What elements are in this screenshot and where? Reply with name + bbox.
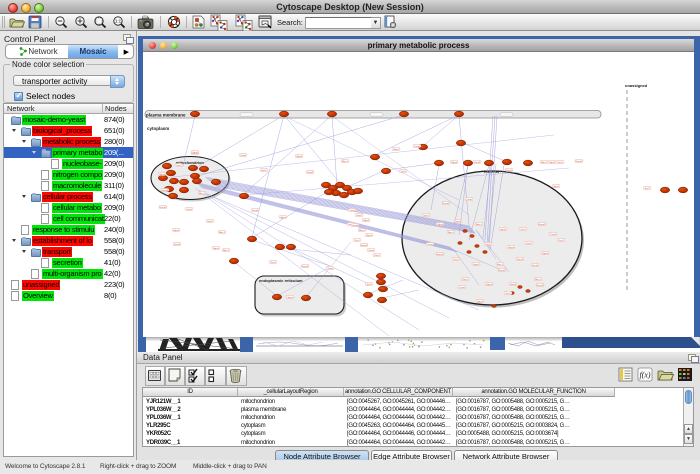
svg-text:Gp-al: Gp-al: [500, 229, 506, 231]
svg-text:Gvr-a2: Gvr-a2: [499, 269, 506, 272]
svg-text:Mer-1: Mer-1: [476, 223, 482, 226]
svg-text:Gvr-a2: Gvr-a2: [576, 160, 583, 163]
svg-text:Gp-al: Gp-al: [477, 301, 483, 303]
svg-text:Tra-2: Tra-2: [453, 258, 459, 261]
svg-text:Tra-2: Tra-2: [505, 292, 511, 295]
svg-text:Cw-a2: Cw-a2: [510, 284, 517, 286]
svg-text:Mer-1: Mer-1: [342, 160, 348, 163]
svg-text:endoplasmic reticulum: endoplasmic reticulum: [259, 278, 303, 283]
svg-text:Gp-al: Gp-al: [473, 264, 479, 266]
svg-text:Yw-al: Yw-al: [240, 155, 246, 157]
svg-text:nucleus: nucleus: [484, 169, 500, 174]
svg-text:Yw-al: Yw-al: [414, 146, 420, 148]
svg-text:Gly-al: Gly-al: [508, 247, 514, 249]
svg-text:Srv-2: Srv-2: [356, 214, 362, 217]
svg-text:Gly-al: Gly-al: [159, 174, 165, 176]
svg-text:Srv-2: Srv-2: [485, 243, 491, 246]
svg-text:Tra-2: Tra-2: [557, 161, 563, 164]
svg-text:Gly-al: Gly-al: [437, 224, 443, 226]
svg-text:Cw-a2: Cw-a2: [162, 190, 169, 192]
svg-text:Mer-1: Mer-1: [535, 278, 541, 281]
svg-text:unassigned: unassigned: [625, 83, 648, 88]
svg-text:cytoplasm: cytoplasm: [147, 126, 169, 131]
svg-text:Gly-al: Gly-al: [296, 156, 302, 158]
svg-text:Gp-al: Gp-al: [366, 235, 372, 237]
svg-text:Cw-a2: Cw-a2: [532, 265, 539, 267]
svg-text:f(x): f(x): [639, 371, 650, 380]
svg-text:Tra-2: Tra-2: [354, 239, 360, 242]
svg-text:plasma membrane: plasma membrane: [146, 113, 186, 118]
svg-text:Gp-al: Gp-al: [553, 186, 559, 188]
svg-text:1:1: 1:1: [115, 19, 122, 24]
svg-text:Gp-al: Gp-al: [213, 248, 219, 250]
svg-text:Yw-al: Yw-al: [427, 244, 433, 246]
svg-text:Tra-2: Tra-2: [400, 170, 406, 173]
svg-text:Cw-a2: Cw-a2: [474, 162, 481, 164]
svg-text:Cw-a2: Cw-a2: [307, 172, 314, 174]
svg-text:Gly-al: Gly-al: [486, 284, 492, 286]
svg-text:Tra-2: Tra-2: [366, 283, 372, 286]
svg-text:Srv-2: Srv-2: [207, 220, 213, 223]
svg-text:Gvr-a2: Gvr-a2: [437, 253, 444, 256]
svg-text:Gvr-a2: Gvr-a2: [302, 265, 309, 268]
svg-text:Yw-al: Yw-al: [459, 287, 465, 289]
svg-text:Gp-al: Gp-al: [287, 297, 293, 299]
svg-text:Gly-al: Gly-al: [542, 253, 548, 255]
svg-text:Gvr-a2: Gvr-a2: [506, 169, 513, 172]
svg-text:Mer-1: Mer-1: [223, 249, 229, 252]
svg-text:Mer-1: Mer-1: [219, 231, 225, 234]
svg-text:Gp-al: Gp-al: [192, 152, 198, 154]
svg-text:Tra-2: Tra-2: [270, 261, 276, 264]
svg-text:Gvr-a2: Gvr-a2: [537, 284, 544, 287]
svg-text:Gly-al: Gly-al: [280, 217, 286, 219]
svg-text:Srv-2: Srv-2: [176, 164, 182, 167]
svg-text:Mer-1: Mer-1: [448, 231, 454, 234]
svg-text:Tra-2: Tra-2: [520, 228, 526, 231]
svg-text:Srv-2: Srv-2: [526, 242, 532, 245]
svg-text:Mer-1: Mer-1: [359, 229, 365, 232]
svg-text:Cw-a2: Cw-a2: [174, 244, 181, 246]
svg-text:Gp-al: Gp-al: [549, 162, 555, 164]
svg-text:Gvr-a2: Gvr-a2: [539, 223, 546, 226]
svg-text:Srv-2: Srv-2: [423, 214, 429, 217]
svg-text:Srv-2: Srv-2: [374, 254, 380, 257]
svg-text:Gly-al: Gly-al: [363, 220, 369, 222]
svg-text:Gvr-a2: Gvr-a2: [160, 206, 167, 209]
svg-text:Mer-1: Mer-1: [199, 192, 205, 195]
svg-text:Mer-1: Mer-1: [497, 263, 503, 266]
svg-text:Cw-a2: Cw-a2: [455, 221, 462, 223]
svg-text:Yw-al: Yw-al: [368, 250, 374, 252]
svg-text:Tra-2: Tra-2: [558, 239, 564, 242]
svg-text:Srv-2: Srv-2: [462, 278, 468, 281]
svg-text:Cw-a2: Cw-a2: [252, 210, 259, 212]
svg-text:Mer-1: Mer-1: [541, 161, 547, 164]
svg-text:Gly-al: Gly-al: [173, 230, 179, 232]
svg-text:Yw-al: Yw-al: [186, 209, 192, 211]
svg-text:Yw-al: Yw-al: [466, 199, 472, 201]
svg-text:Yw-al: Yw-al: [349, 210, 355, 212]
svg-text:Srv-2: Srv-2: [261, 169, 267, 172]
svg-text:Gp-al: Gp-al: [393, 149, 399, 151]
svg-text:Yw-al: Yw-al: [327, 268, 333, 270]
svg-text:Yw-al: Yw-al: [550, 234, 556, 236]
svg-text:Gvr-a2: Gvr-a2: [443, 202, 450, 205]
svg-text:Cw-a2: Cw-a2: [517, 259, 524, 261]
svg-text:Gvr-a2: Gvr-a2: [361, 244, 368, 247]
svg-text:Cw-a2: Cw-a2: [352, 225, 359, 227]
svg-text:Tra-2: Tra-2: [644, 187, 650, 190]
svg-text:Gly-al: Gly-al: [451, 162, 457, 164]
